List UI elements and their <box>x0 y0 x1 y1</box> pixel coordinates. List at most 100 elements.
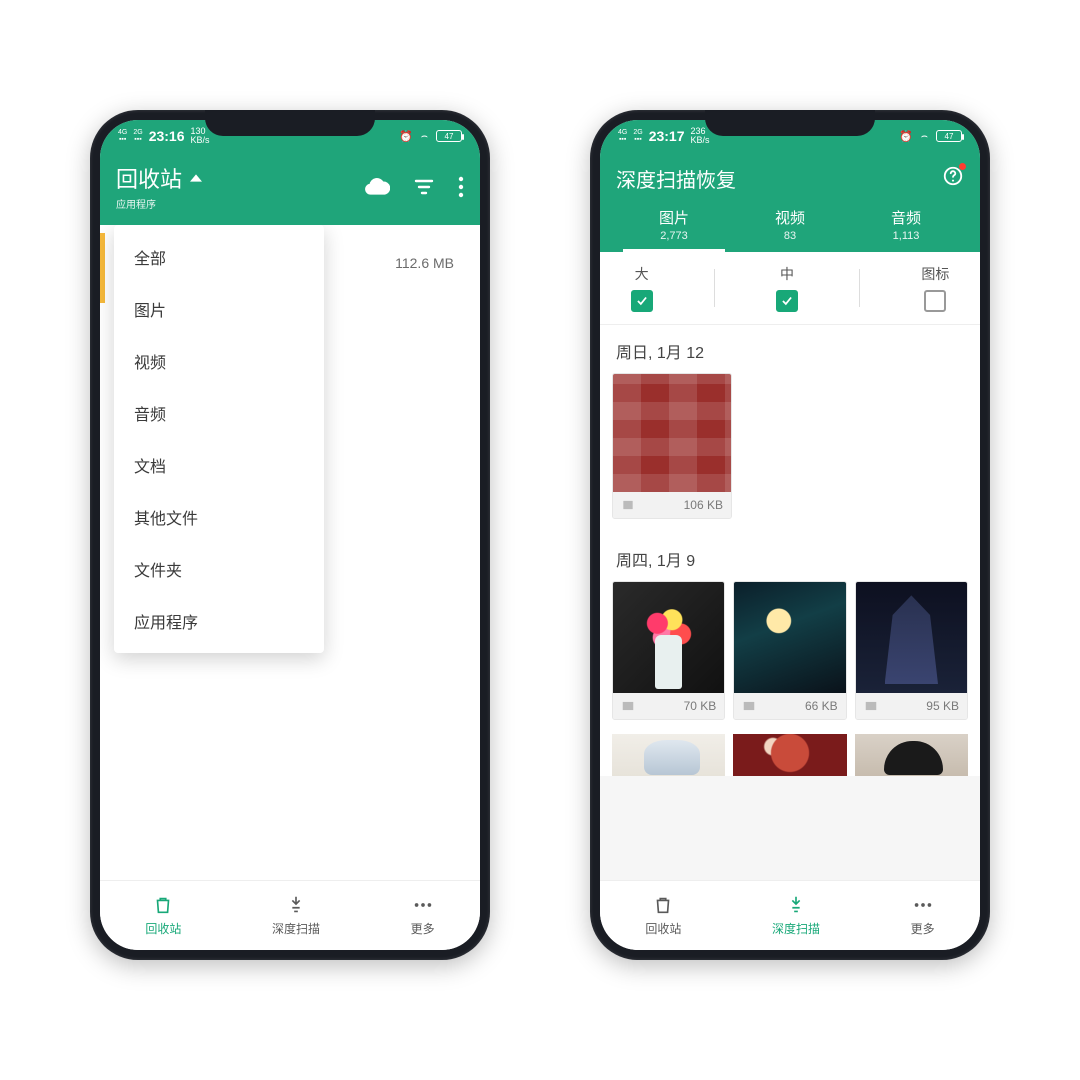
image-result[interactable]: 70 KB <box>612 581 725 720</box>
dropdown-item-other[interactable]: 其他文件 <box>114 491 324 543</box>
nav-label: 回收站 <box>145 920 181 937</box>
filter-medium[interactable]: 中 <box>776 264 798 312</box>
image-result[interactable]: 106 KB <box>612 373 732 519</box>
nav-deep-scan[interactable]: 深度扫描 <box>272 894 320 937</box>
date-header: 周四, 1月 9 <box>600 533 980 581</box>
battery-icon: 47 <box>436 130 462 142</box>
notification-dot <box>959 163 966 170</box>
file-size: 106 KB <box>684 498 723 512</box>
dropdown-item-images[interactable]: 图片 <box>114 283 324 335</box>
appbar-title: 回收站 <box>116 162 182 194</box>
drill-icon <box>785 894 807 916</box>
dropdown-item-folders[interactable]: 文件夹 <box>114 543 324 595</box>
wifi-icon: ⌢ <box>921 130 928 143</box>
nav-more[interactable]: 更多 <box>411 894 435 937</box>
filter-label: 图标 <box>921 264 949 284</box>
thumbnail <box>613 582 724 693</box>
size-filter-row: 大 中 图标 <box>600 252 980 325</box>
app-bar: 回收站 应用程序 <box>100 152 480 225</box>
status-time: 23:16 <box>149 128 185 144</box>
nav-more[interactable]: 更多 <box>911 894 935 937</box>
bottom-nav: 回收站 深度扫描 更多 <box>600 880 980 950</box>
battery-icon: 47 <box>936 130 962 142</box>
filter-icon-size[interactable]: 图标 <box>921 264 949 312</box>
checkbox-checked-icon <box>776 290 798 312</box>
thumbnail[interactable] <box>733 734 846 776</box>
appbar-subtitle: 应用程序 <box>116 196 202 211</box>
status-speed-unit: KB/s <box>191 135 210 145</box>
phone-left: 4G▪▪▪ 2G▪▪▪ 23:16 130KB/s ⏰ ⌢ 47 回收站 应用程… <box>90 110 490 960</box>
bottom-nav: 回收站 深度扫描 更多 <box>100 880 480 950</box>
thumbnail <box>856 582 967 693</box>
nav-label: 深度扫描 <box>272 920 320 937</box>
trash-icon <box>152 894 174 916</box>
appbar-title: 深度扫描恢复 <box>616 164 736 193</box>
nav-deep-scan[interactable]: 深度扫描 <box>772 894 820 937</box>
tab-count: 1,113 <box>848 230 964 242</box>
phone-right: 4G▪▪▪ 2G▪▪▪ 23:17 236KB/s ⏰ ⌢ 47 深度扫描恢复 <box>590 110 990 960</box>
checkbox-unchecked-icon <box>924 290 946 312</box>
more-horiz-icon <box>412 894 434 916</box>
category-dropdown: 全部 图片 视频 音频 文档 其他文件 文件夹 应用程序 <box>114 225 324 653</box>
scan-results[interactable]: 周日, 1月 12 106 KB 周四, 1月 9 70 KB <box>600 325 980 880</box>
thumbnail <box>613 374 731 492</box>
caret-up-icon <box>190 172 202 184</box>
help-button[interactable] <box>942 165 964 192</box>
nav-recycle-bin[interactable]: 回收站 <box>645 894 681 937</box>
nav-label: 更多 <box>911 920 935 937</box>
network-icon: 4G▪▪▪ <box>618 129 627 143</box>
dropdown-item-audio[interactable]: 音频 <box>114 387 324 439</box>
network-icon: 4G▪▪▪ <box>118 129 127 143</box>
tab-label: 图片 <box>659 210 689 227</box>
network-icon-2: 2G▪▪▪ <box>633 129 642 143</box>
status-speed-unit: KB/s <box>691 135 710 145</box>
divider <box>859 269 860 307</box>
image-result[interactable]: 95 KB <box>855 581 968 720</box>
file-size: 66 KB <box>805 699 838 713</box>
content-area: 112.6 MB 全部 图片 视频 音频 文档 其他文件 文件夹 应用程序 <box>100 225 480 880</box>
thumbnail <box>734 582 845 693</box>
nav-label: 回收站 <box>645 920 681 937</box>
dropdown-item-all[interactable]: 全部 <box>114 231 324 283</box>
date-header: 周日, 1月 12 <box>600 325 980 373</box>
item-size-label: 112.6 MB <box>395 255 454 271</box>
nav-recycle-bin[interactable]: 回收站 <box>145 894 181 937</box>
notch <box>705 110 875 136</box>
more-vert-icon[interactable] <box>458 176 464 198</box>
divider <box>714 269 715 307</box>
image-icon <box>742 699 756 713</box>
filter-list-icon[interactable] <box>412 175 436 199</box>
title-dropdown-trigger[interactable]: 回收站 <box>116 162 202 194</box>
cloud-upload-icon[interactable] <box>364 174 390 200</box>
drill-icon <box>285 894 307 916</box>
thumbnail[interactable] <box>855 734 968 776</box>
screen-right: 4G▪▪▪ 2G▪▪▪ 23:17 236KB/s ⏰ ⌢ 47 深度扫描恢复 <box>600 120 980 950</box>
checkbox-checked-icon <box>631 290 653 312</box>
filter-large[interactable]: 大 <box>631 264 653 312</box>
more-horiz-icon <box>912 894 934 916</box>
dropdown-item-apps[interactable]: 应用程序 <box>114 595 324 647</box>
tab-videos[interactable]: 视频 83 <box>732 207 848 252</box>
tab-images[interactable]: 图片 2,773 <box>616 207 732 252</box>
alarm-icon: ⏰ <box>899 130 913 143</box>
filter-label: 中 <box>780 264 794 284</box>
dropdown-item-videos[interactable]: 视频 <box>114 335 324 387</box>
thumbnail[interactable] <box>612 734 725 776</box>
network-icon-2: 2G▪▪▪ <box>133 129 142 143</box>
tab-label: 视频 <box>775 210 805 227</box>
screen-left: 4G▪▪▪ 2G▪▪▪ 23:16 130KB/s ⏰ ⌢ 47 回收站 应用程… <box>100 120 480 950</box>
file-size: 95 KB <box>926 699 959 713</box>
tab-count: 83 <box>732 230 848 242</box>
dropdown-item-docs[interactable]: 文档 <box>114 439 324 491</box>
tab-label: 音频 <box>891 210 921 227</box>
app-bar: 深度扫描恢复 图片 2,773 视频 83 音频 1,113 <box>600 152 980 252</box>
file-size: 70 KB <box>684 699 717 713</box>
image-icon <box>864 699 878 713</box>
image-result[interactable]: 66 KB <box>733 581 846 720</box>
list-item-accent <box>100 233 105 303</box>
nav-label: 更多 <box>411 920 435 937</box>
notch <box>205 110 375 136</box>
tab-audio[interactable]: 音频 1,113 <box>848 207 964 252</box>
image-icon <box>621 699 635 713</box>
tab-count: 2,773 <box>616 230 732 242</box>
